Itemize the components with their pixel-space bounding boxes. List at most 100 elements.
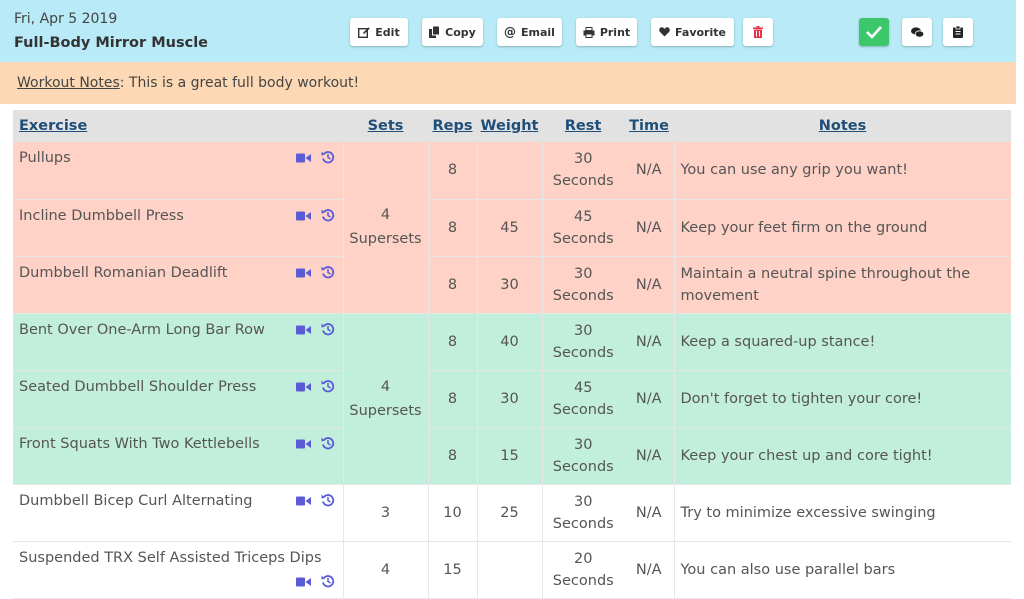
reps-cell: 8: [427, 370, 477, 428]
header-rest[interactable]: Rest: [542, 110, 624, 142]
trash-icon: [753, 26, 763, 38]
exercise-cell: Front Squats With Two Kettlebells: [13, 427, 343, 485]
reps-cell: 8: [427, 427, 477, 485]
favorite-button[interactable]: Favorite: [651, 18, 734, 46]
rest-num: 30: [574, 493, 593, 510]
table-row: Bent Over One-Arm Long Bar Row 4 Superset…: [13, 313, 1011, 485]
exercise-cell: Seated Dumbbell Shoulder Press: [13, 370, 343, 428]
header-weight[interactable]: Weight: [477, 110, 542, 142]
table-row: Dumbbell Romanian Deadlift 8 30 30 Second…: [13, 256, 1011, 314]
exercise-name: Dumbbell Romanian Deadlift: [19, 264, 228, 281]
header-reps[interactable]: Reps: [428, 110, 477, 142]
rest-unit: Seconds: [552, 344, 614, 361]
rest-unit: Seconds: [552, 287, 614, 304]
video-icon[interactable]: [295, 151, 311, 167]
video-icon[interactable]: [295, 209, 311, 225]
sets-num: 4: [380, 378, 391, 395]
print-icon: [583, 26, 595, 38]
clipboard-icon: [953, 26, 963, 38]
edit-icon: [358, 26, 370, 38]
header-notes[interactable]: Notes: [674, 110, 1011, 142]
history-icon[interactable]: [321, 574, 335, 592]
reps-cell: 10: [427, 484, 477, 542]
video-icon[interactable]: [295, 494, 311, 510]
weight-cell: 40: [476, 313, 542, 371]
notes-cell: Keep your feet firm on the ground: [673, 199, 1011, 257]
clipboard-button[interactable]: [943, 18, 973, 46]
rest-unit: Seconds: [552, 572, 614, 589]
sets-label: Supersets: [349, 402, 422, 419]
weight-cell: 30: [476, 256, 542, 314]
notes-cell: Maintain a neutral spine throughout the …: [673, 256, 1011, 314]
delete-button[interactable]: [743, 18, 773, 46]
time-cell: N/A: [624, 541, 674, 599]
exercise-table: Exercise Sets Reps Weight Rest Time Note…: [13, 110, 1011, 599]
rest-cell: 45 Seconds: [541, 199, 624, 257]
weight-cell: 15: [476, 427, 542, 485]
reps-cell: 8: [427, 199, 477, 257]
notes-cell: Try to minimize excessive swinging: [673, 484, 1011, 542]
email-button[interactable]: @ Email: [497, 18, 562, 46]
video-icon[interactable]: [295, 380, 311, 396]
comments-button[interactable]: [902, 18, 932, 46]
table-row: Front Squats With Two Kettlebells 8 15 3…: [13, 427, 1011, 485]
time-cell: N/A: [624, 484, 674, 542]
time-cell: N/A: [624, 370, 674, 428]
copy-label: Copy: [445, 25, 476, 39]
rest-num: 45: [574, 208, 593, 225]
weight-cell: 30: [476, 370, 542, 428]
table-row: Dumbbell Bicep Curl Alternating 3 10 25 …: [13, 484, 1011, 542]
video-icon[interactable]: [295, 575, 311, 591]
history-icon[interactable]: [321, 322, 335, 340]
exercise-cell: Bent Over One-Arm Long Bar Row: [13, 313, 343, 371]
time-cell: N/A: [624, 199, 674, 257]
weight-cell: 45: [476, 199, 542, 257]
comments-icon: [910, 26, 924, 38]
exercise-cell: Dumbbell Romanian Deadlift: [13, 256, 343, 314]
video-icon[interactable]: [295, 437, 311, 453]
workout-notes-label: Workout Notes: [17, 75, 120, 91]
reps-cell: 8: [427, 313, 477, 371]
rest-num: 30: [574, 436, 593, 453]
workout-date: Fri, Apr 5 2019: [14, 11, 118, 27]
notes-cell: Don't forget to tighten your core!: [673, 370, 1011, 428]
copy-button[interactable]: Copy: [422, 18, 483, 46]
history-icon[interactable]: [321, 265, 335, 283]
complete-button[interactable]: [859, 18, 889, 46]
history-icon[interactable]: [321, 379, 335, 397]
video-icon[interactable]: [295, 323, 311, 339]
notes-cell: You can use any grip you want!: [673, 142, 1011, 200]
exercise-name: Incline Dumbbell Press: [19, 207, 184, 224]
rest-cell: 20 Seconds: [541, 541, 624, 599]
exercise-name: Seated Dumbbell Shoulder Press: [19, 378, 257, 395]
exercise-cell: Pullups: [13, 142, 343, 200]
reps-cell: 8: [427, 142, 477, 200]
exercise-cell: Incline Dumbbell Press: [13, 199, 343, 257]
rest-unit: Seconds: [552, 401, 614, 418]
header-sets[interactable]: Sets: [343, 110, 428, 142]
sets-cell: 4: [342, 541, 428, 599]
exercise-name: Dumbbell Bicep Curl Alternating: [19, 492, 253, 509]
rest-cell: 30 Seconds: [541, 313, 624, 371]
history-icon[interactable]: [321, 208, 335, 226]
check-icon: [865, 25, 883, 39]
history-icon[interactable]: [321, 150, 335, 168]
table-row: Suspended TRX Self Assisted Triceps Dips…: [13, 541, 1011, 599]
header-time[interactable]: Time: [624, 110, 674, 142]
workout-header: Fri, Apr 5 2019 Full-Body Mirror Muscle …: [0, 0, 1016, 62]
workout-notes-text: : This is a great full body workout!: [119, 75, 360, 91]
edit-button[interactable]: Edit: [350, 18, 408, 46]
history-icon[interactable]: [321, 436, 335, 454]
exercise-table-wrap: Exercise Sets Reps Weight Rest Time Note…: [13, 110, 1011, 599]
history-icon[interactable]: [321, 493, 335, 511]
video-icon[interactable]: [295, 266, 311, 282]
weight-cell: [476, 541, 542, 599]
exercise-name: Front Squats With Two Kettlebells: [19, 435, 260, 452]
weight-cell: 25: [476, 484, 542, 542]
sets-label: Supersets: [349, 231, 422, 248]
rest-cell: 45 Seconds: [541, 370, 624, 428]
email-icon: @: [504, 25, 517, 39]
favorite-label: Favorite: [675, 25, 726, 39]
header-exercise[interactable]: Exercise: [13, 110, 343, 142]
print-button[interactable]: Print: [576, 18, 637, 46]
